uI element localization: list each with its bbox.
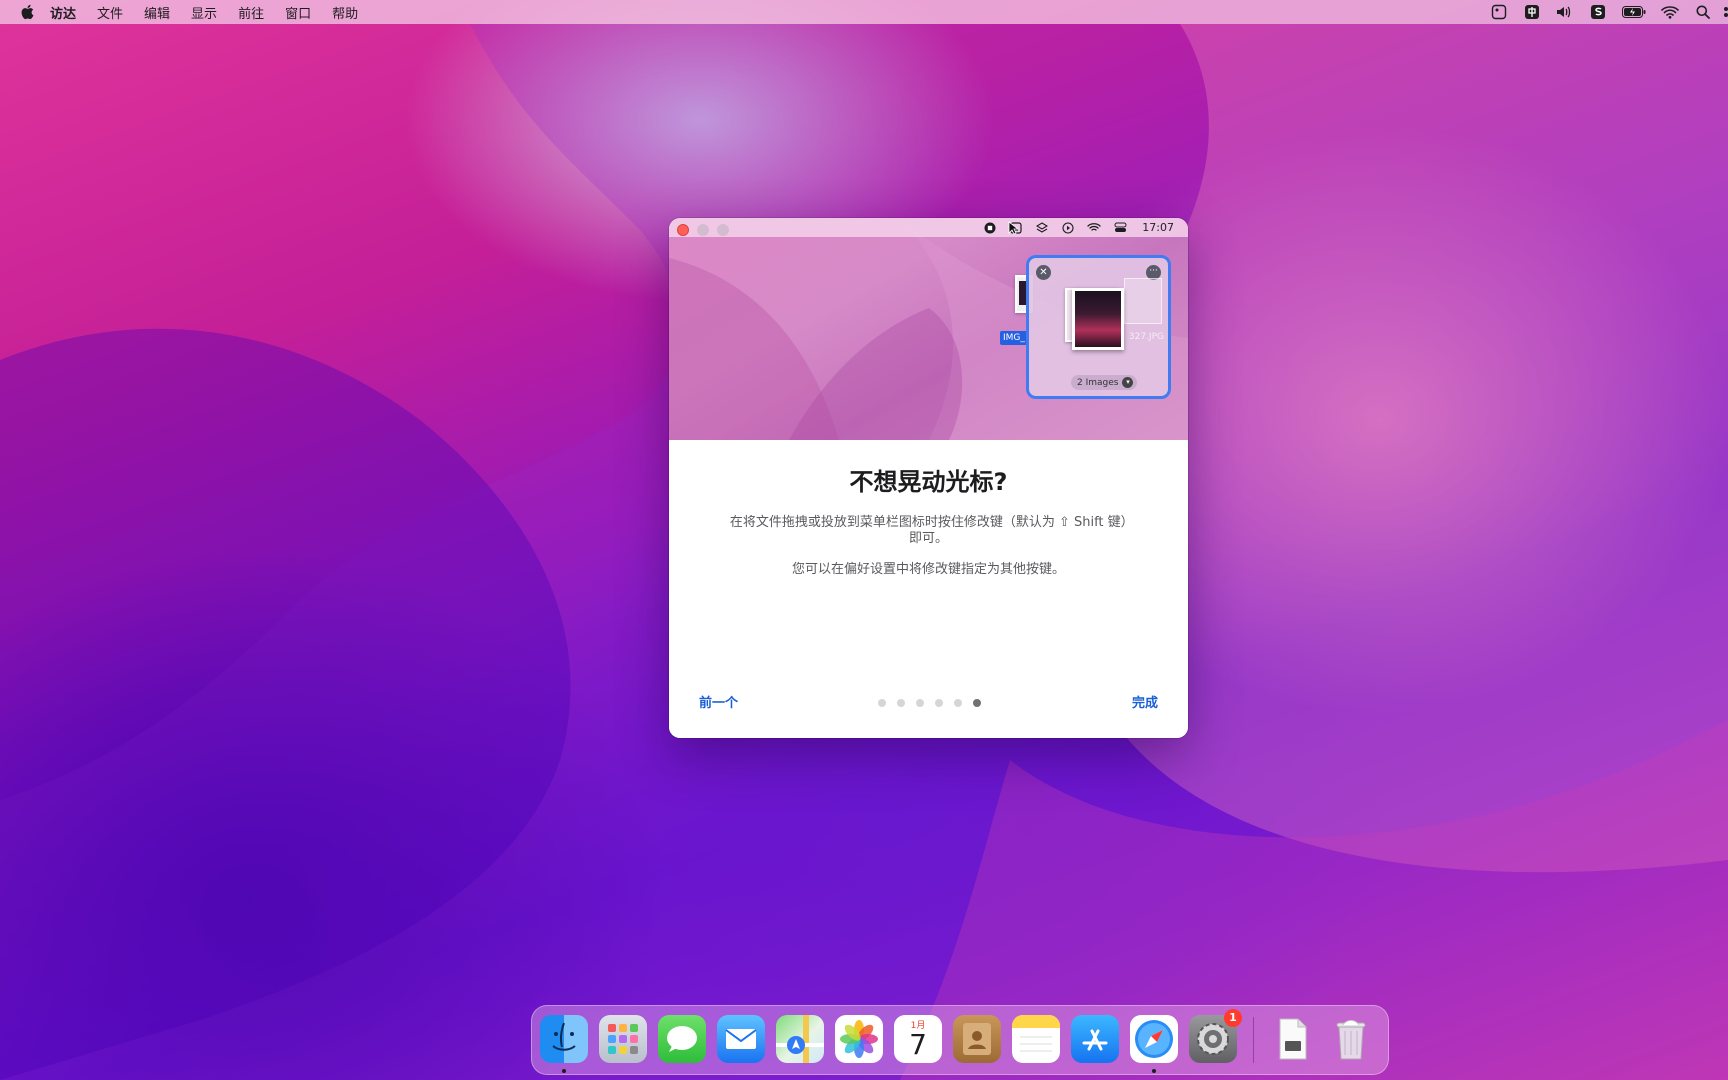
notification-badge: 1 bbox=[1224, 1009, 1242, 1027]
launchpad-icon[interactable] bbox=[599, 1015, 647, 1063]
photos-icon[interactable] bbox=[835, 1015, 883, 1063]
page-title: 不想晃动光标? bbox=[849, 468, 1008, 496]
app-store-icon[interactable] bbox=[1071, 1015, 1119, 1063]
hero-illustration: 17:07 IMG_ ✕ ··· 327.JPG 2 Images ▾ bbox=[669, 218, 1188, 440]
preview-menu-bar: 17:07 bbox=[669, 218, 1188, 237]
dragged-file-label: IMG_ bbox=[1000, 331, 1028, 345]
photo-thumbnail bbox=[1072, 288, 1124, 350]
minimize-button bbox=[697, 224, 709, 236]
description-hint: 您可以在偏好设置中将修改键指定为其他按键。 bbox=[791, 562, 1065, 577]
control-center-icon[interactable] bbox=[1722, 4, 1728, 20]
menu-go[interactable]: 前往 bbox=[238, 3, 264, 22]
play-icon bbox=[1060, 221, 1076, 235]
maps-icon[interactable] bbox=[776, 1015, 824, 1063]
description-text: 在将文件拖拽或投放到菜单栏图标时按住修改键（默认为 ⇧ Shift 键）即可。 bbox=[729, 515, 1128, 546]
chevron-down-icon: ▾ bbox=[1122, 377, 1134, 388]
record-icon bbox=[982, 221, 998, 235]
running-indicator bbox=[562, 1069, 566, 1073]
wifi-icon[interactable] bbox=[1661, 4, 1679, 20]
calendar-icon[interactable]: 1月 7 bbox=[894, 1015, 942, 1063]
contacts-icon[interactable] bbox=[953, 1015, 1001, 1063]
notes-icon[interactable] bbox=[1012, 1015, 1060, 1063]
previous-button[interactable]: 前一个 bbox=[699, 692, 738, 711]
mouse-cursor-icon bbox=[1008, 221, 1018, 235]
page-dot[interactable] bbox=[878, 699, 886, 707]
done-button[interactable]: 完成 bbox=[1132, 692, 1158, 711]
menu-file[interactable]: 文件 bbox=[97, 3, 123, 22]
page-dot[interactable] bbox=[954, 699, 962, 707]
volume-icon[interactable] bbox=[1556, 4, 1574, 20]
battery-icon[interactable] bbox=[1622, 4, 1646, 20]
pagination-dots bbox=[878, 699, 992, 707]
input-method-icon[interactable] bbox=[1523, 4, 1541, 20]
shelf-count-pill: 2 Images ▾ bbox=[1071, 375, 1138, 390]
page-dot[interactable] bbox=[935, 699, 943, 707]
layers-icon bbox=[1034, 221, 1050, 235]
zoom-button bbox=[717, 224, 729, 236]
onboarding-window: 17:07 IMG_ ✕ ··· 327.JPG 2 Images ▾ 不想晃动… bbox=[669, 218, 1188, 738]
shelf-close-icon: ✕ bbox=[1036, 265, 1051, 280]
wifi-icon bbox=[1086, 221, 1102, 235]
dock-separator bbox=[1253, 1017, 1254, 1063]
trash-icon[interactable] bbox=[1327, 1015, 1375, 1063]
status-area bbox=[1475, 0, 1728, 24]
menu-finder[interactable]: 访达 bbox=[50, 3, 76, 22]
shelf-panel: ✕ ··· 327.JPG 2 Images ▾ bbox=[1026, 255, 1171, 399]
preview-clock: 17:07 bbox=[1142, 221, 1174, 234]
menu-help[interactable]: 帮助 bbox=[332, 3, 358, 22]
calendar-day: 7 bbox=[909, 1028, 927, 1061]
onboarding-content: 不想晃动光标? 在将文件拖拽或投放到菜单栏图标时按住修改键（默认为 ⇧ Shif… bbox=[669, 440, 1188, 738]
toggle-icon bbox=[1112, 221, 1128, 235]
close-button[interactable] bbox=[677, 224, 689, 236]
page-dot-active[interactable] bbox=[973, 699, 981, 707]
spotlight-search-icon[interactable] bbox=[1694, 4, 1712, 20]
app-s-icon[interactable] bbox=[1589, 4, 1607, 20]
ghost-file-icon bbox=[1124, 278, 1162, 324]
finder-icon[interactable] bbox=[540, 1015, 588, 1063]
menu-view[interactable]: 显示 bbox=[191, 3, 217, 22]
menu-edit[interactable]: 编辑 bbox=[144, 3, 170, 22]
ghost-file-label: 327.JPG bbox=[1128, 332, 1164, 342]
safari-icon[interactable] bbox=[1130, 1015, 1178, 1063]
menu-window[interactable]: 窗口 bbox=[285, 3, 311, 22]
page-dot[interactable] bbox=[916, 699, 924, 707]
shelf-count-label: 2 Images bbox=[1077, 377, 1119, 388]
app-status-icon[interactable] bbox=[1490, 4, 1508, 20]
running-indicator bbox=[1152, 1069, 1156, 1073]
page-dot[interactable] bbox=[897, 699, 905, 707]
document-icon[interactable] bbox=[1268, 1015, 1316, 1063]
menu-bar: 访达 文件 编辑 显示 前往 窗口 帮助 bbox=[0, 0, 1728, 24]
dock: 1月 7 1 bbox=[531, 1005, 1389, 1075]
apple-menu-icon[interactable] bbox=[20, 4, 34, 20]
mail-icon[interactable] bbox=[717, 1015, 765, 1063]
messages-icon[interactable] bbox=[658, 1015, 706, 1063]
